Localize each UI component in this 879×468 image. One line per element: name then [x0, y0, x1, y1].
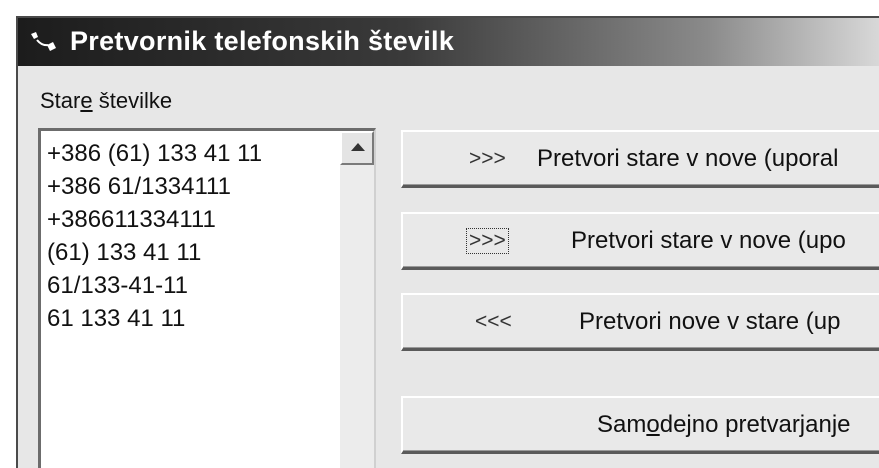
- convert-old-to-new-alt-button[interactable]: >>> Pretvori stare v nove (upo: [401, 212, 879, 270]
- forward-arrows-icon: >>>: [469, 147, 506, 170]
- list-item[interactable]: 61/133-41-11: [47, 269, 262, 302]
- client-area: Stare številke +386 (61) 133 41 11 +386 …: [18, 66, 879, 468]
- convert-new-to-old-label: Pretvori nove v stare (up: [579, 308, 841, 335]
- convert-old-to-new-button[interactable]: >>> Pretvori stare v nove (uporal: [401, 130, 879, 188]
- list-item[interactable]: +386 (61) 133 41 11: [47, 137, 262, 170]
- converter-window: Pretvornik telefonskih številk Stare šte…: [0, 0, 879, 468]
- old-numbers-listbox[interactable]: +386 (61) 133 41 11 +386 61/1334111 +386…: [38, 128, 376, 468]
- scroll-up-arrow-icon: [351, 143, 365, 151]
- old-numbers-label: Stare številke: [40, 88, 173, 113]
- scroll-up-button[interactable]: [340, 131, 374, 165]
- list-item[interactable]: +386 61/1334111: [47, 170, 262, 203]
- app-icon: [31, 32, 56, 51]
- listbox-scrollbar[interactable]: [340, 131, 374, 468]
- convert-old-to-new-label: Pretvori stare v nove (uporal: [537, 145, 839, 172]
- convert-new-to-old-button[interactable]: <<< Pretvori nove v stare (up: [401, 293, 879, 351]
- auto-convert-button[interactable]: Samodejno pretvarjanje: [401, 396, 879, 454]
- list-item[interactable]: 61 133 41 11: [47, 302, 262, 335]
- auto-convert-label: Samodejno pretvarjanje: [597, 411, 851, 438]
- list-item[interactable]: (61) 133 41 11: [47, 236, 262, 269]
- title-bar[interactable]: Pretvornik telefonskih številk: [18, 18, 879, 66]
- list-item[interactable]: +386611334111: [47, 203, 262, 236]
- convert-old-to-new-alt-label: Pretvori stare v nove (upo: [571, 227, 846, 254]
- old-numbers-list: +386 (61) 133 41 11 +386 61/1334111 +386…: [47, 137, 262, 335]
- forward-arrows-icon: >>>: [466, 228, 509, 254]
- backward-arrows-icon: <<<: [475, 310, 512, 333]
- window-title: Pretvornik telefonskih številk: [70, 26, 455, 56]
